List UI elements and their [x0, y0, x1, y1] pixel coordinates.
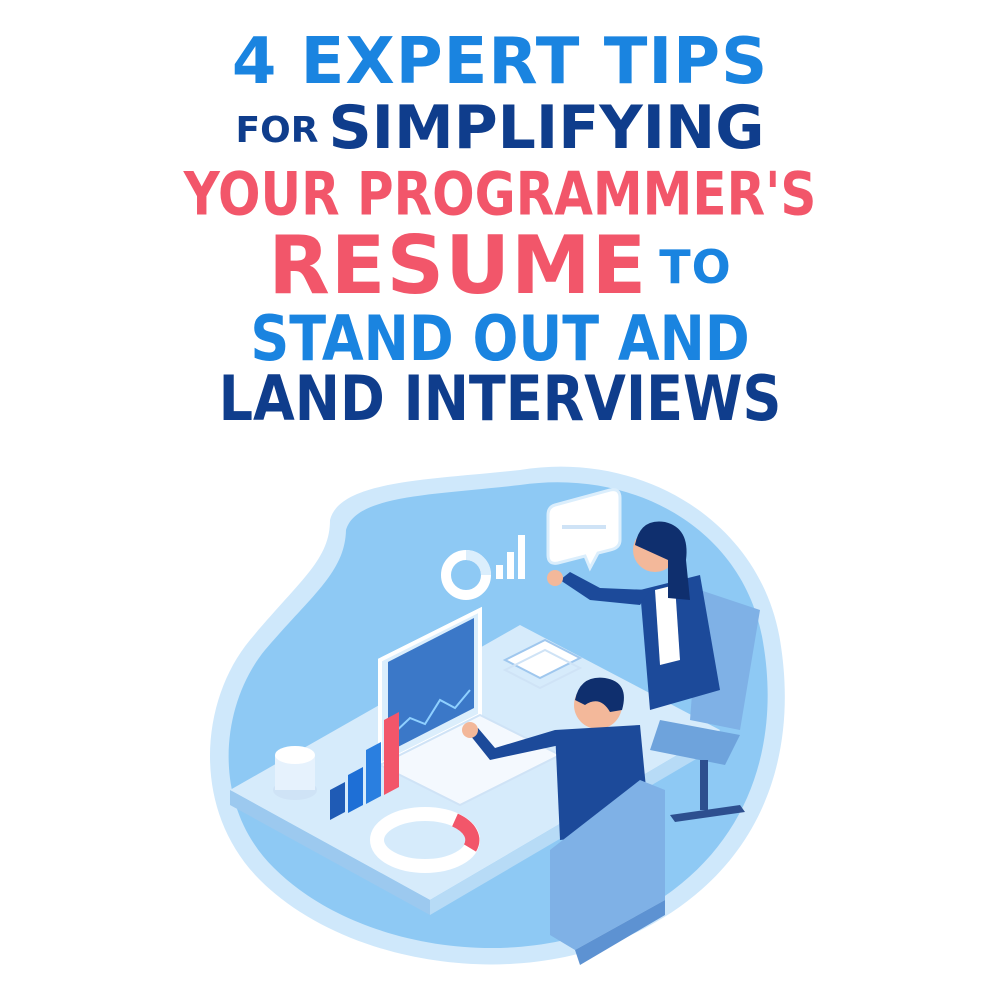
coin-stack	[273, 746, 317, 800]
meeting-illustration	[210, 466, 785, 965]
